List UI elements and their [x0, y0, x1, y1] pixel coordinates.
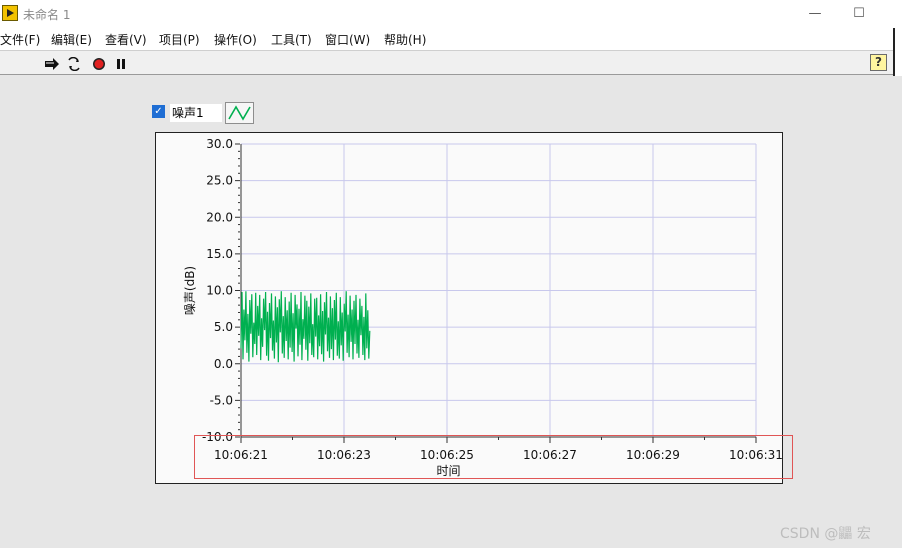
minimize-button[interactable]: —: [793, 0, 837, 28]
y-tick-label: 0.0: [214, 357, 233, 371]
legend-plot-name[interactable]: 噪声1: [170, 104, 222, 122]
series-line-noise1: [240, 291, 371, 363]
plot-style-swatch[interactable]: [225, 102, 254, 124]
pause-icon[interactable]: [114, 56, 130, 70]
plot-visible-checkbox[interactable]: ✓: [152, 105, 165, 118]
panel-icon-edge: [893, 28, 902, 76]
menu-project[interactable]: 项目(P): [159, 31, 200, 48]
menu-help[interactable]: 帮助(H): [384, 31, 426, 48]
menu-bar: 文件(F) 编辑(E) 查看(V) 项目(P) 操作(O) 工具(T) 窗口(W…: [0, 28, 902, 50]
menu-tools[interactable]: 工具(T): [271, 31, 312, 48]
menu-edit[interactable]: 编辑(E): [51, 31, 92, 48]
y-tick-label: 30.0: [206, 137, 233, 151]
y-tick-label: 15.0: [206, 247, 233, 261]
menu-window[interactable]: 窗口(W): [325, 31, 370, 48]
y-tick-label: 5.0: [214, 320, 233, 334]
title-bar: 未命名 1 — ☐: [0, 0, 902, 28]
y-tick-label: 25.0: [206, 174, 233, 188]
highlight-annotation-box: [194, 435, 793, 479]
y-axis-label: 噪声(dB): [183, 266, 197, 315]
toolbar: ?: [0, 50, 902, 75]
waveform-chart[interactable]: 30.0 25.0 20.0 15.0 10.0 5.0 0.0 -5.0 -10.0 10:06…: [155, 132, 783, 484]
watermark: CSDN @鼺 宏: [780, 526, 871, 542]
abort-stop-icon[interactable]: [92, 56, 108, 70]
menu-operate[interactable]: 操作(O): [214, 31, 257, 48]
y-tick-label: 20.0: [206, 210, 233, 224]
maximize-button[interactable]: ☐: [837, 0, 881, 28]
menu-file[interactable]: 文件(F): [0, 31, 40, 48]
run-continuously-icon[interactable]: [66, 56, 82, 72]
menu-view[interactable]: 查看(V): [105, 31, 147, 48]
run-arrow-icon[interactable]: [44, 56, 60, 70]
chart-canvas: 30.025.020.015.010.05.00.0-5.0-10.010:06…: [183, 137, 783, 478]
y-tick-label: 10.0: [206, 284, 233, 298]
labview-app-icon: [2, 5, 18, 21]
window-title: 未命名 1: [23, 8, 71, 22]
y-tick-label: -5.0: [210, 393, 233, 407]
context-help-button[interactable]: ?: [870, 54, 887, 71]
